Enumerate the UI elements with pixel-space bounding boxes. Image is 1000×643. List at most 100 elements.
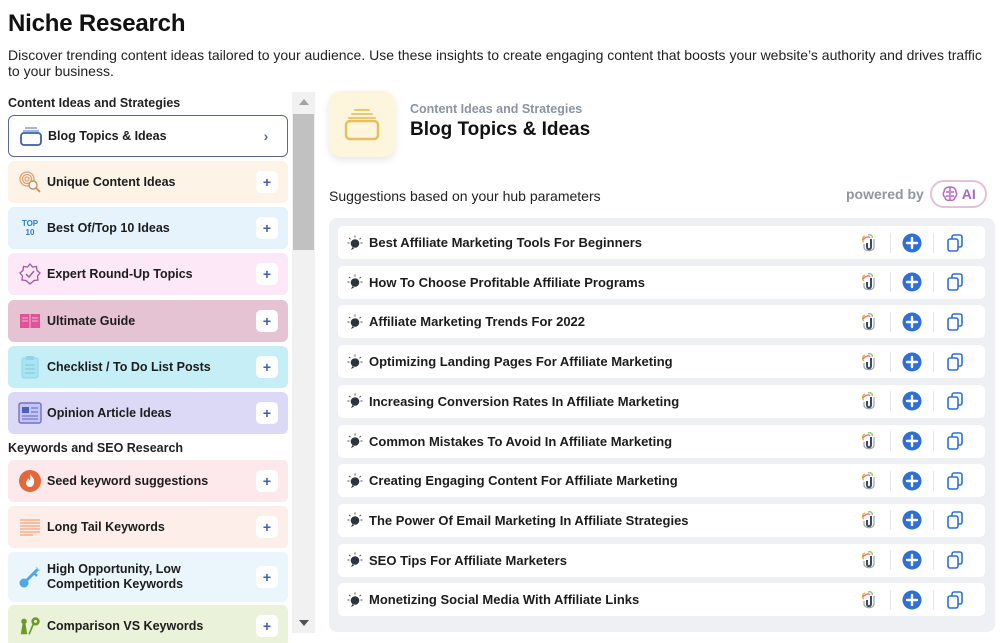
newspaper-icon	[18, 401, 42, 425]
lines-icon	[18, 515, 42, 539]
copy-icon[interactable]	[939, 272, 971, 292]
add-circle-icon[interactable]	[896, 590, 928, 610]
add-circle-icon[interactable]	[896, 352, 928, 372]
add-circle-icon[interactable]	[896, 431, 928, 451]
add-icon[interactable]: +	[256, 263, 278, 285]
suggestion-row[interactable]: How To Choose Profitable Affiliate Progr…	[338, 265, 985, 299]
magnet-icon[interactable]	[853, 391, 885, 411]
add-icon[interactable]: +	[256, 310, 278, 332]
magnet-icon[interactable]	[853, 510, 885, 530]
page-title: Niche Research	[8, 10, 186, 37]
powered-by-text: powered by	[846, 186, 924, 202]
sidebar-item-label: Best Of/Top 10 Ideas	[47, 220, 170, 235]
sidebar-item-comparison-vs-keywords[interactable]: Comparison VS Keywords +	[8, 605, 288, 643]
sidebar-item-expert-round-up-topics[interactable]: Expert Round-Up Topics +	[8, 253, 288, 295]
add-circle-icon[interactable]	[896, 550, 928, 570]
divider	[933, 351, 934, 372]
add-circle-icon[interactable]	[896, 272, 928, 292]
hero-folder-icon	[329, 91, 395, 157]
suggestion-row[interactable]: Affiliate Marketing Trends For 2022	[338, 305, 985, 339]
magnet-icon[interactable]	[853, 550, 885, 570]
copy-icon[interactable]	[939, 550, 971, 570]
lightbulb-icon	[347, 354, 363, 370]
suggestion-row[interactable]: Optimizing Landing Pages For Affiliate M…	[338, 345, 985, 379]
add-circle-icon[interactable]	[896, 391, 928, 411]
sidebar-item-label: Seed keyword suggestions	[47, 473, 209, 488]
divider	[933, 311, 934, 332]
add-icon[interactable]: +	[256, 470, 278, 492]
suggestion-row[interactable]: Monetizing Social Media With Affiliate L…	[338, 583, 985, 617]
add-icon[interactable]: +	[256, 171, 278, 193]
sidebar-item-unique-content-ideas[interactable]: Unique Content Ideas +	[8, 161, 288, 203]
sidebar-item-label: Checklist / To Do List Posts	[47, 359, 211, 374]
copy-icon[interactable]	[939, 431, 971, 451]
copy-icon[interactable]	[939, 510, 971, 530]
add-icon[interactable]: +	[256, 615, 278, 637]
copy-icon[interactable]	[939, 391, 971, 411]
copy-icon[interactable]	[939, 471, 971, 491]
sidebar-item-label: Opinion Article Ideas	[47, 405, 172, 420]
section-heading: Content Ideas and Strategies	[8, 96, 181, 110]
sidebar-item-high-opportunity-low-competition-keywords[interactable]: High Opportunity, Low Competition Keywor…	[8, 552, 288, 602]
sidebar-item-blog-topics-ideas[interactable]: Blog Topics & Ideas ›	[8, 115, 288, 157]
sidebar: Content Ideas and Strategies Blog Topics …	[0, 92, 292, 643]
magnet-icon[interactable]	[853, 431, 885, 451]
suggestion-text: Common Mistakes To Avoid In Affiliate Ma…	[369, 433, 673, 449]
add-icon[interactable]: +	[256, 516, 278, 538]
arrow-down-icon	[298, 620, 309, 626]
row-actions	[853, 544, 971, 577]
sidebar-item-checklist-to-do-list-posts[interactable]: Checklist / To Do List Posts +	[8, 346, 288, 388]
ai-label: AI	[961, 186, 976, 202]
divider	[933, 589, 934, 610]
scroll-thumb[interactable]	[293, 114, 314, 250]
scroll-up-button[interactable]	[292, 92, 315, 112]
magnet-icon[interactable]	[853, 312, 885, 332]
lightbulb-icon	[347, 592, 363, 608]
magnet-icon[interactable]	[853, 590, 885, 610]
copy-icon[interactable]	[939, 590, 971, 610]
row-actions	[853, 226, 971, 259]
suggestion-row[interactable]: Increasing Conversion Rates In Affiliate…	[338, 384, 985, 418]
suggestion-row[interactable]: Creating Engaging Content For Affiliate …	[338, 464, 985, 498]
suggestion-row[interactable]: Best Affiliate Marketing Tools For Begin…	[338, 226, 985, 259]
sidebar-item-ultimate-guide[interactable]: Ultimate Guide +	[8, 300, 288, 342]
sidebar-item-seed-keyword-suggestions[interactable]: Seed keyword suggestions +	[8, 460, 288, 502]
divider	[933, 510, 934, 531]
divider	[933, 391, 934, 412]
copy-icon[interactable]	[939, 312, 971, 332]
arrow-up-icon	[298, 99, 309, 105]
sidebar-item-opinion-article-ideas[interactable]: Opinion Article Ideas +	[8, 392, 288, 434]
magnet-icon[interactable]	[853, 233, 885, 253]
suggestion-row[interactable]: Common Mistakes To Avoid In Affiliate Ma…	[338, 424, 985, 458]
sidebar-item-label: Expert Round-Up Topics	[47, 266, 193, 281]
suggestion-row[interactable]: SEO Tips For Affiliate Marketers	[338, 543, 985, 577]
copy-icon[interactable]	[939, 233, 971, 253]
magnet-icon[interactable]	[853, 352, 885, 372]
magnet-icon[interactable]	[853, 272, 885, 292]
sidebar-item-best-of-top-10-ideas[interactable]: TOP 10 Best Of/Top 10 Ideas +	[8, 207, 288, 249]
add-icon[interactable]: +	[256, 356, 278, 378]
suggestion-text: SEO Tips For Affiliate Marketers	[369, 552, 567, 568]
sidebar-item-label: Long Tail Keywords	[47, 519, 165, 534]
scroll-down-button[interactable]	[292, 613, 315, 633]
add-icon[interactable]: +	[256, 566, 278, 588]
section-heading: Keywords and SEO Research	[8, 441, 184, 455]
add-icon[interactable]: +	[256, 217, 278, 239]
row-actions	[853, 266, 971, 299]
add-circle-icon[interactable]	[896, 471, 928, 491]
chevron-right-icon[interactable]: ›	[255, 125, 277, 147]
key-icon	[18, 565, 42, 589]
add-circle-icon[interactable]	[896, 312, 928, 332]
sidebar-item-long-tail-keywords[interactable]: Long Tail Keywords +	[8, 506, 288, 548]
divider	[890, 510, 891, 531]
add-circle-icon[interactable]	[896, 233, 928, 253]
sidebar-scrollbar[interactable]	[292, 92, 315, 633]
magnet-icon[interactable]	[853, 471, 885, 491]
flame-icon	[18, 469, 42, 493]
suggestion-row[interactable]: The Power Of Email Marketing In Affiliat…	[338, 503, 985, 537]
add-circle-icon[interactable]	[896, 510, 928, 530]
ai-badge[interactable]: AI	[929, 180, 987, 208]
copy-icon[interactable]	[939, 352, 971, 372]
add-icon[interactable]: +	[256, 402, 278, 424]
suggestion-text: The Power Of Email Marketing In Affiliat…	[369, 512, 689, 528]
